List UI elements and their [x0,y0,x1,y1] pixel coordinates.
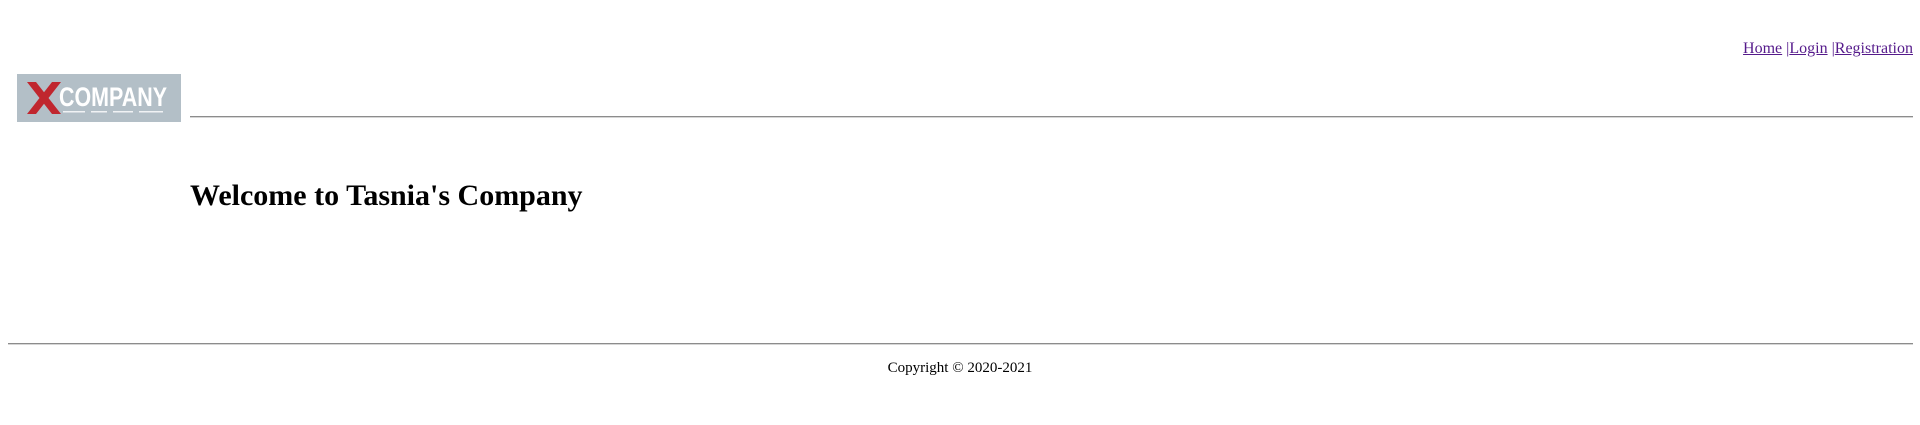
nav-link-registration[interactable]: Registration [1835,40,1913,57]
header-divider [190,116,1913,118]
logo-wordmark: COMPANY [59,82,167,112]
copyright-text: Copyright © 2020-2021 [887,360,1033,376]
footer-divider [8,343,1913,345]
x-logo-icon: COMPANY [17,74,181,122]
top-nav: Home |Login |Registration [1743,40,1913,58]
nav-link-home[interactable]: Home [1743,40,1782,57]
page-title: Welcome to Tasnia's Company [190,179,583,212]
company-logo: COMPANY [17,74,181,122]
nav-link-login[interactable]: Login [1789,40,1827,57]
page: COMPANY Home |Login |Registration Welcom… [0,0,1920,425]
